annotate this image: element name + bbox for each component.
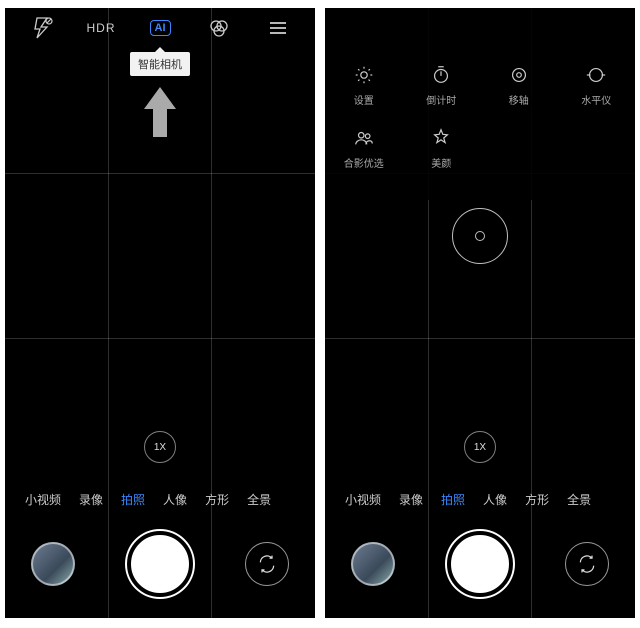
mode-item[interactable]: 全景 — [567, 491, 591, 508]
qs-label: 移轴 — [509, 92, 529, 107]
flash-toggle[interactable] — [19, 16, 65, 40]
ai-toggle[interactable]: AI — [137, 20, 183, 36]
gear-icon — [353, 64, 375, 86]
qs-label: 倒计时 — [426, 92, 456, 107]
filter-button[interactable] — [196, 16, 242, 40]
switch-camera-icon — [577, 554, 597, 574]
panel-drag-handle[interactable] — [452, 208, 508, 264]
flash-off-icon — [30, 16, 54, 40]
ai-label: AI — [150, 20, 171, 36]
mode-item[interactable]: 小视频 — [345, 491, 381, 508]
qs-tiltshift[interactable]: 移轴 — [480, 64, 558, 107]
mode-selector[interactable]: 小视频 录像 拍照 人像 方形 全景 — [325, 491, 635, 508]
gallery-thumbnail[interactable] — [351, 542, 395, 586]
mode-item[interactable]: 方形 — [205, 491, 229, 508]
timer-icon — [430, 64, 452, 86]
mode-item[interactable]: 人像 — [163, 491, 187, 508]
tutorial-arrow-icon — [140, 83, 180, 143]
mode-item[interactable]: 小视频 — [25, 491, 61, 508]
qs-label: 设置 — [354, 92, 374, 107]
zoom-button[interactable]: 1X — [464, 431, 496, 463]
ai-tooltip: 智能相机 — [130, 52, 190, 76]
qs-groupshot[interactable]: 合影优选 — [325, 127, 403, 170]
level-icon — [585, 64, 607, 86]
bottom-controls — [5, 524, 315, 604]
zoom-label: 1X — [474, 442, 486, 453]
mode-item-active[interactable]: 拍照 — [441, 491, 465, 508]
switch-camera-icon — [257, 554, 277, 574]
qs-beauty[interactable]: 美颜 — [403, 127, 481, 170]
camera-screen-right: 设置 倒计时 移轴 水平仪 合影优选 美颜 — [325, 8, 635, 618]
mode-item[interactable]: 人像 — [483, 491, 507, 508]
mode-item[interactable]: 录像 — [79, 491, 103, 508]
mode-item[interactable]: 录像 — [399, 491, 423, 508]
hdr-label: HDR — [87, 21, 116, 35]
shutter-button[interactable] — [127, 531, 193, 597]
qs-label: 水平仪 — [581, 92, 611, 107]
mode-item[interactable]: 全景 — [247, 491, 271, 508]
switch-camera-button[interactable] — [565, 542, 609, 586]
zoom-button[interactable]: 1X — [144, 431, 176, 463]
mode-item-active[interactable]: 拍照 — [121, 491, 145, 508]
qs-settings[interactable]: 设置 — [325, 64, 403, 107]
zoom-label: 1X — [154, 442, 166, 453]
quick-settings-panel: 设置 倒计时 移轴 水平仪 合影优选 美颜 — [325, 8, 635, 200]
mode-item[interactable]: 方形 — [525, 491, 549, 508]
qs-level[interactable]: 水平仪 — [558, 64, 636, 107]
hdr-toggle[interactable]: HDR — [78, 21, 124, 35]
shutter-button[interactable] — [447, 531, 513, 597]
qs-label: 合影优选 — [344, 155, 384, 170]
top-toolbar: HDR AI — [5, 8, 315, 48]
switch-camera-button[interactable] — [245, 542, 289, 586]
menu-button[interactable] — [255, 16, 301, 40]
tilt-icon — [508, 64, 530, 86]
filter-icon — [207, 16, 231, 40]
gallery-thumbnail[interactable] — [31, 542, 75, 586]
mode-selector[interactable]: 小视频 录像 拍照 人像 方形 全景 — [5, 491, 315, 508]
bottom-controls — [325, 524, 635, 604]
qs-label: 美颜 — [431, 155, 451, 170]
menu-icon — [266, 16, 290, 40]
beauty-icon — [430, 127, 452, 149]
camera-screen-left: HDR AI 智能相机 — [5, 8, 315, 618]
qs-timer[interactable]: 倒计时 — [403, 64, 481, 107]
group-icon — [353, 127, 375, 149]
